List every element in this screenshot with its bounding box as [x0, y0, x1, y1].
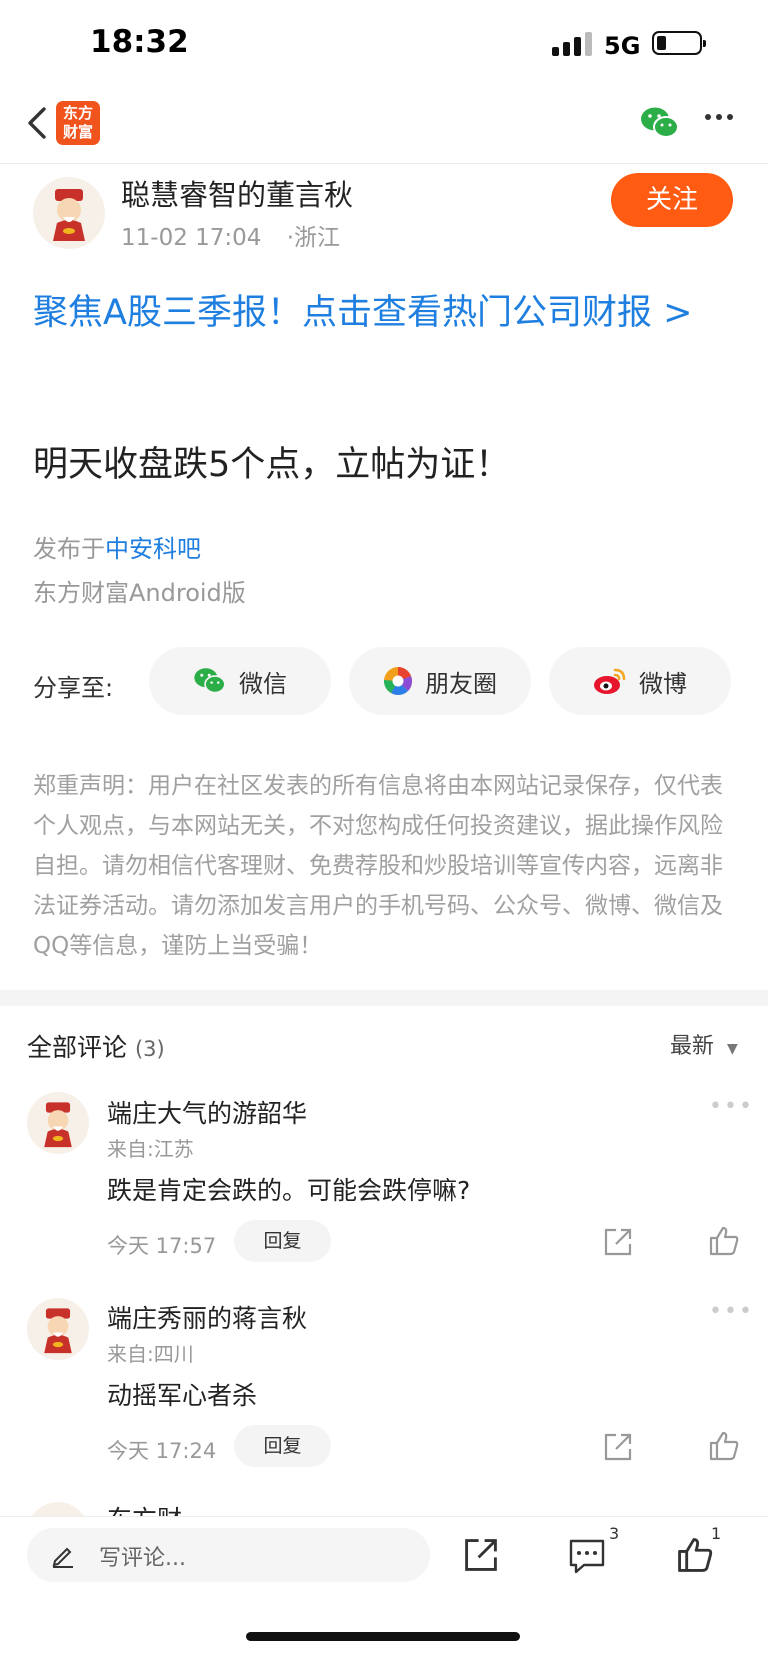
- caishen-avatar-icon: [53, 189, 85, 241]
- sort-dropdown[interactable]: 最新 ▼: [670, 1028, 738, 1060]
- disclaimer-text: 郑重声明：用户在社区发表的所有信息将由本网站记录保存，仅代表个人观点，与本网站无…: [33, 773, 723, 959]
- comment-icon[interactable]: [568, 1538, 606, 1574]
- comment-more-icon[interactable]: •••: [709, 1094, 754, 1119]
- comment-author[interactable]: 端庄秀丽的蒋言秋: [107, 1299, 307, 1335]
- share-moments-button[interactable]: 朋友圈: [349, 647, 531, 715]
- caishen-avatar-icon: [44, 1102, 72, 1148]
- like-count-badge: 1: [711, 1524, 722, 1543]
- comment-text: 跌是肯定会跌的。可能会跌停嘛?: [107, 1176, 471, 1205]
- caret-down-icon: ▼: [727, 1041, 738, 1057]
- share-weibo-button[interactable]: 微博: [549, 647, 731, 715]
- back-arrow-icon[interactable]: [20, 105, 56, 141]
- comment-time: 今天 17:24: [107, 1439, 217, 1463]
- share-icon[interactable]: [603, 1227, 633, 1257]
- author-name[interactable]: 聪慧睿智的董言秋: [121, 172, 353, 214]
- like-icon[interactable]: [676, 1536, 714, 1574]
- network-label: 5G: [604, 32, 641, 60]
- comment-author[interactable]: 端庄大气的游韶华: [107, 1094, 307, 1130]
- comments-header: 全部评论 (3): [27, 1028, 165, 1064]
- comment-avatar[interactable]: [27, 1298, 89, 1360]
- status-time: 18:32: [90, 24, 189, 60]
- wechat-share-icon[interactable]: [640, 106, 680, 140]
- battery-icon: [652, 31, 706, 55]
- comment-location: 来自:江苏: [107, 1137, 194, 1161]
- comment-placeholder: 写评论...: [99, 1546, 186, 1571]
- comment-more-icon[interactable]: •••: [709, 1299, 754, 1324]
- comment-location: 来自:四川: [107, 1342, 194, 1366]
- more-options-icon[interactable]: [704, 112, 734, 122]
- post-title: 明天收盘跌5个点，立帖为证！: [33, 445, 511, 485]
- follow-button[interactable]: 关注: [611, 173, 733, 227]
- share-weibo-label: 微博: [639, 669, 687, 698]
- sort-label: 最新: [670, 1034, 715, 1059]
- reply-button[interactable]: 回复: [234, 1220, 331, 1262]
- thumbs-up-icon[interactable]: [708, 1430, 740, 1462]
- app-logo: 东方 财富: [56, 101, 100, 145]
- logo-line-1: 东方: [62, 104, 93, 122]
- share-wechat-button[interactable]: 微信: [149, 647, 331, 715]
- comment-count-badge: 3: [609, 1524, 620, 1543]
- promo-link[interactable]: 聚焦A股三季报！点击查看热门公司财报 >: [33, 286, 733, 340]
- published-line: 发布于中安科吧: [33, 529, 201, 564]
- comment-input[interactable]: [27, 1528, 430, 1582]
- wechat-icon: [194, 668, 226, 694]
- weibo-icon: [594, 668, 626, 694]
- forward-icon[interactable]: [463, 1537, 499, 1573]
- comments-title: 全部评论: [27, 1033, 128, 1062]
- moments-icon: [383, 667, 413, 695]
- share-label: 分享至:: [33, 674, 114, 702]
- comment-text: 动摇军心者杀: [107, 1381, 258, 1410]
- share-icon[interactable]: [603, 1432, 633, 1462]
- reply-button[interactable]: 回复: [234, 1425, 331, 1467]
- caishen-avatar-icon: [44, 1308, 72, 1354]
- logo-line-2: 财富: [62, 123, 93, 141]
- post-meta: 11-02 17:04 ·浙江: [121, 218, 340, 252]
- pencil-icon: [52, 1547, 73, 1568]
- client-source: 东方财富Android版: [33, 579, 246, 607]
- signal-icon: [552, 32, 592, 56]
- thumbs-up-icon[interactable]: [708, 1225, 740, 1257]
- nav-divider: [0, 163, 768, 164]
- home-indicator: [246, 1632, 520, 1641]
- post-location: ·浙江: [286, 225, 341, 251]
- bar-link[interactable]: 中安科吧: [105, 535, 201, 563]
- section-separator: [0, 990, 768, 1006]
- share-wechat-label: 微信: [239, 669, 287, 698]
- comment-avatar[interactable]: [27, 1092, 89, 1154]
- comment-time: 今天 17:57: [107, 1234, 217, 1258]
- share-moments-label: 朋友圈: [425, 669, 497, 698]
- post-time: 11-02 17:04: [121, 225, 262, 251]
- published-prefix: 发布于: [33, 535, 105, 563]
- comments-count: (3): [134, 1037, 165, 1061]
- author-avatar[interactable]: [33, 177, 105, 249]
